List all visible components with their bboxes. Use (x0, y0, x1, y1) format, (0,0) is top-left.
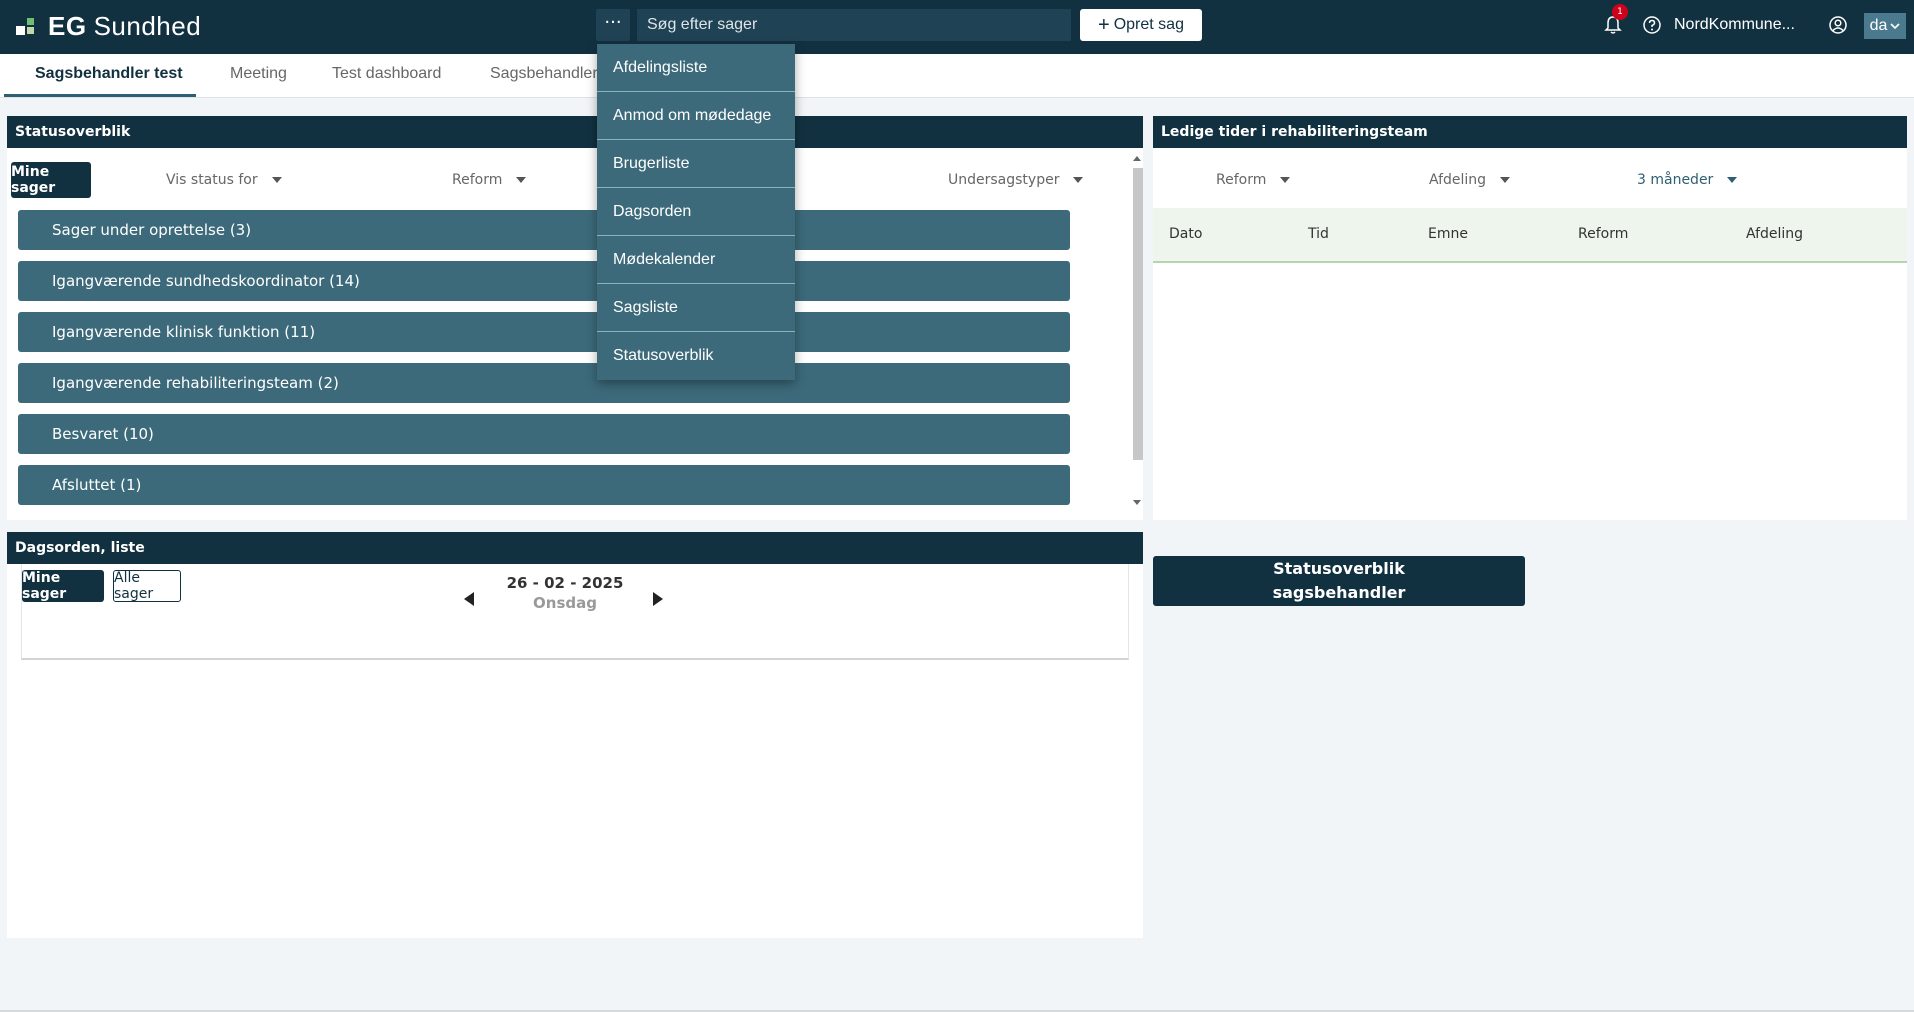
button-line-2: sagsbehandler (1272, 583, 1406, 602)
caret-down-icon (1727, 177, 1738, 183)
dagsorden-title: Dagsorden, liste (7, 532, 1143, 564)
chevron-down-icon (1890, 23, 1900, 30)
top-bar: EGSundhed ··· + Opret sag 1 NordKommune.… (0, 0, 1914, 54)
menu-item-sagsliste[interactable]: Sagsliste (597, 284, 795, 332)
ledige-reform-dropdown[interactable]: Reform (1216, 172, 1291, 188)
statusoverblik-panel: Statusoverblik Mine sager Vis status for… (7, 116, 1143, 520)
eg-logo-icon (16, 15, 38, 37)
ledige-tider-panel: Ledige tider i rehabiliteringsteam Refor… (1153, 116, 1907, 520)
dagsorden-panel: Dagsorden, liste Mine sager Alle sager 2… (7, 532, 1143, 938)
create-case-label: Opret sag (1113, 16, 1184, 33)
reform-dropdown[interactable]: Reform (452, 172, 527, 188)
tab-test-dashboard[interactable]: Test dashboard (332, 65, 441, 83)
caret-down-icon (1073, 177, 1084, 183)
current-date: 26 - 02 - 2025 (506, 574, 624, 592)
ledige-tider-title: Ledige tider i rehabiliteringsteam (1153, 116, 1907, 148)
menu-item-statusoverblik[interactable]: Statusoverblik (597, 332, 795, 380)
app-logo[interactable]: EG Sundhed (16, 10, 201, 42)
status-row-besvaret[interactable]: Besvaret (10) (18, 414, 1070, 454)
status-row-rehabiliteringsteam[interactable]: Igangværende rehabiliteringsteam (2) (18, 363, 1070, 403)
afdeling-dropdown[interactable]: Afdeling (1429, 172, 1511, 188)
column-tid[interactable]: Tid (1308, 226, 1329, 242)
alle-sager-button[interactable]: Alle sager (113, 570, 181, 602)
column-afdeling[interactable]: Afdeling (1746, 226, 1803, 242)
menu-item-anmod-om-moedage[interactable]: Anmod om mødedage (597, 92, 795, 140)
caret-down-icon (516, 177, 527, 183)
tab-sagsbehandler[interactable]: Sagsbehandler (490, 65, 598, 83)
ledige-table-header: Dato Tid Emne Reform Afdeling (1153, 208, 1907, 263)
dagsorden-mine-sager-button[interactable]: Mine sager (22, 570, 104, 602)
scroll-up-icon[interactable] (1133, 156, 1141, 161)
caret-down-icon (271, 177, 282, 183)
organization-name[interactable]: NordKommune... (1674, 16, 1795, 34)
dashboard-tabs: Sagsbehandler test Meeting Test dashboar… (0, 54, 1914, 98)
menu-item-afdelingsliste[interactable]: Afdelingsliste (597, 44, 795, 92)
column-emne[interactable]: Emne (1428, 226, 1468, 242)
menu-item-dagsorden[interactable]: Dagsorden (597, 188, 795, 236)
notification-badge: 1 (1612, 4, 1628, 20)
active-tab-indicator (4, 94, 196, 97)
button-line-1: Statusoverblik (1273, 559, 1405, 578)
column-dato[interactable]: Dato (1169, 226, 1202, 242)
help-icon[interactable] (1642, 15, 1662, 35)
plus-icon: + (1098, 14, 1110, 36)
date-display: 26 - 02 - 2025 Onsdag (495, 574, 635, 612)
tab-sagsbehandler-test[interactable]: Sagsbehandler test (35, 65, 183, 83)
search-input[interactable] (637, 9, 1071, 41)
user-icon[interactable] (1828, 15, 1848, 35)
scroll-down-icon[interactable] (1133, 500, 1141, 505)
current-weekday: Onsdag (533, 594, 597, 612)
status-row-sager-under-oprettelse[interactable]: Sager under oprettelse (3) (18, 210, 1070, 250)
mine-sager-button[interactable]: Mine sager (11, 162, 91, 198)
app-title: EG Sundhed (48, 10, 202, 41)
column-reform[interactable]: Reform (1578, 226, 1628, 242)
more-menu-dropdown: Afdelingsliste Anmod om mødedage Brugerl… (597, 44, 795, 380)
scroll-thumb[interactable] (1133, 168, 1143, 460)
period-dropdown[interactable]: 3 måneder (1637, 172, 1738, 188)
menu-item-moedekalender[interactable]: Mødekalender (597, 236, 795, 284)
statusoverblik-sagsbehandler-button[interactable]: Statusoverblik sagsbehandler (1153, 556, 1525, 606)
menu-item-brugerliste[interactable]: Brugerliste (597, 140, 795, 188)
tab-meeting[interactable]: Meeting (230, 65, 287, 83)
language-label: da (1869, 17, 1888, 34)
statusoverblik-scrollbar[interactable] (1129, 152, 1143, 508)
statusoverblik-title: Statusoverblik (7, 116, 1143, 148)
caret-down-icon (1500, 177, 1511, 183)
undersagstyper-dropdown[interactable]: Undersagstyper (948, 172, 1084, 188)
next-date-icon[interactable] (653, 592, 663, 606)
status-row-afsluttet[interactable]: Afsluttet (1) (18, 465, 1070, 505)
caret-down-icon (1280, 177, 1291, 183)
vis-status-for-dropdown[interactable]: Vis status for (166, 172, 282, 188)
status-row-sundhedskoordinator[interactable]: Igangværende sundhedskoordinator (14) (18, 261, 1070, 301)
create-case-button[interactable]: + Opret sag (1080, 9, 1202, 41)
more-menu-button[interactable]: ··· (596, 9, 630, 41)
status-row-klinisk-funktion[interactable]: Igangværende klinisk funktion (11) (18, 312, 1070, 352)
previous-date-icon[interactable] (464, 592, 474, 606)
language-select[interactable]: da (1864, 13, 1906, 39)
